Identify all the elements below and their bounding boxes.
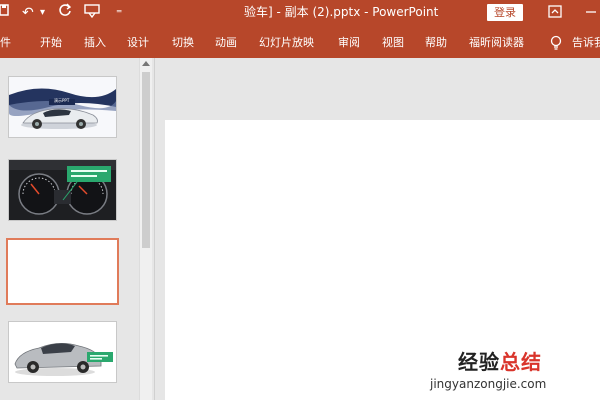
ribbon-display-options-icon[interactable] (547, 4, 563, 20)
watermark-url: jingyanzongjie.com (430, 377, 547, 391)
tab-design[interactable]: 设计 (127, 36, 149, 50)
tab-home[interactable]: 开始 (40, 36, 62, 50)
customize-quick-access-icon[interactable]: ⁼ (116, 3, 122, 23)
slide-thumbnail-3[interactable] (6, 238, 119, 305)
slide-thumbnail-2[interactable] (8, 159, 117, 221)
tab-view[interactable]: 视图 (382, 36, 404, 50)
watermark-logo: 经验总结 (458, 350, 542, 374)
tab-insert[interactable]: 插入 (84, 36, 106, 50)
slide-thumbnail-panel: 演示PPT (0, 58, 154, 400)
save-icon[interactable] (0, 3, 10, 23)
undo-dropdown-icon[interactable]: ▾ (40, 3, 45, 23)
tab-help[interactable]: 帮助 (425, 36, 447, 50)
tell-me-search[interactable]: 告诉我 (572, 36, 600, 50)
undo-icon[interactable]: ↶ (22, 3, 34, 23)
login-button[interactable]: 登录 (487, 4, 523, 21)
slideshow-from-start-icon[interactable] (84, 3, 100, 25)
sedan-image (9, 322, 116, 382)
scrollbar-thumb[interactable] (142, 72, 150, 248)
dashboard-image (9, 160, 116, 220)
tab-review[interactable]: 审阅 (338, 36, 360, 50)
tab-transitions[interactable]: 切换 (172, 36, 194, 50)
slide-thumbnail-1[interactable]: 演示PPT (8, 76, 117, 138)
tab-animations[interactable]: 动画 (215, 36, 237, 50)
watermark-text-red: 总结 (500, 350, 542, 374)
ribbon-tabs: 件 开始 插入 设计 切换 动画 幻灯片放映 审阅 视图 帮助 福昕阅读器 告诉… (0, 26, 600, 58)
tab-foxit-reader[interactable]: 福昕阅读器 (469, 36, 524, 50)
redo-icon[interactable] (58, 3, 72, 23)
tab-file[interactable]: 件 (0, 36, 11, 50)
thumbnail-scrollbar[interactable] (139, 58, 152, 400)
slide-1-banner-text: 演示PPT (54, 98, 70, 103)
tab-slideshow[interactable]: 幻灯片放映 (259, 36, 314, 50)
scroll-up-arrow-icon[interactable] (142, 61, 150, 66)
slide-thumbnail-4[interactable] (8, 321, 117, 383)
lightbulb-icon[interactable] (550, 35, 562, 54)
minimize-icon[interactable] (583, 4, 599, 20)
title-bar: ↶ ▾ ⁼ 验车] - 副本 (2).pptx - PowerPoint 登录 (0, 0, 600, 26)
window-title: 验车] - 副本 (2).pptx - PowerPoint (244, 5, 439, 19)
watermark-text-dark: 经验 (458, 350, 500, 374)
car-on-waves-image (9, 77, 116, 137)
